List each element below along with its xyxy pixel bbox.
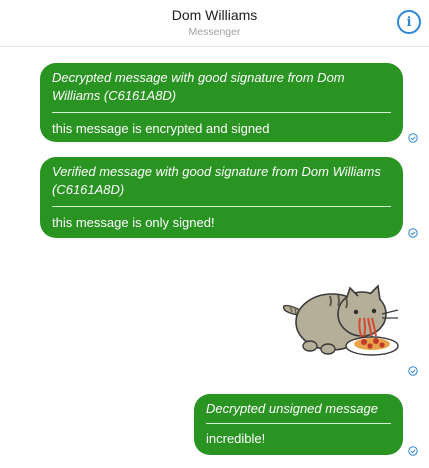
info-button[interactable]: i xyxy=(397,10,421,34)
message-text: this message is only signed! xyxy=(52,215,215,230)
message-bubble[interactable]: Verified message with good signature fro… xyxy=(40,157,403,238)
signature-status: Decrypted message with good signature fr… xyxy=(52,70,345,103)
app-name: Messenger xyxy=(188,26,241,38)
bubble-divider xyxy=(52,206,391,207)
message-text: this message is encrypted and signed xyxy=(52,121,270,136)
delivered-check-icon xyxy=(408,228,418,238)
message-bubble[interactable]: Decrypted unsigned message incredible! xyxy=(194,394,403,455)
pusheen-cat-spaghetti-sticker[interactable] xyxy=(280,282,402,360)
bubble-divider xyxy=(206,423,391,424)
message-text: incredible! xyxy=(206,431,266,446)
bubble-divider xyxy=(52,112,391,113)
message-bubble[interactable]: Decrypted message with good signature fr… xyxy=(40,63,403,142)
info-icon: i xyxy=(406,14,412,30)
delivered-check-icon xyxy=(408,133,418,143)
signature-status: Decrypted unsigned message xyxy=(206,401,378,416)
conversation-header: Dom Williams Messenger i xyxy=(0,0,429,47)
signature-status: Verified message with good signature fro… xyxy=(52,164,381,197)
delivered-check-icon xyxy=(408,366,418,376)
delivered-check-icon xyxy=(408,446,418,456)
contact-name: Dom Williams xyxy=(171,7,258,23)
